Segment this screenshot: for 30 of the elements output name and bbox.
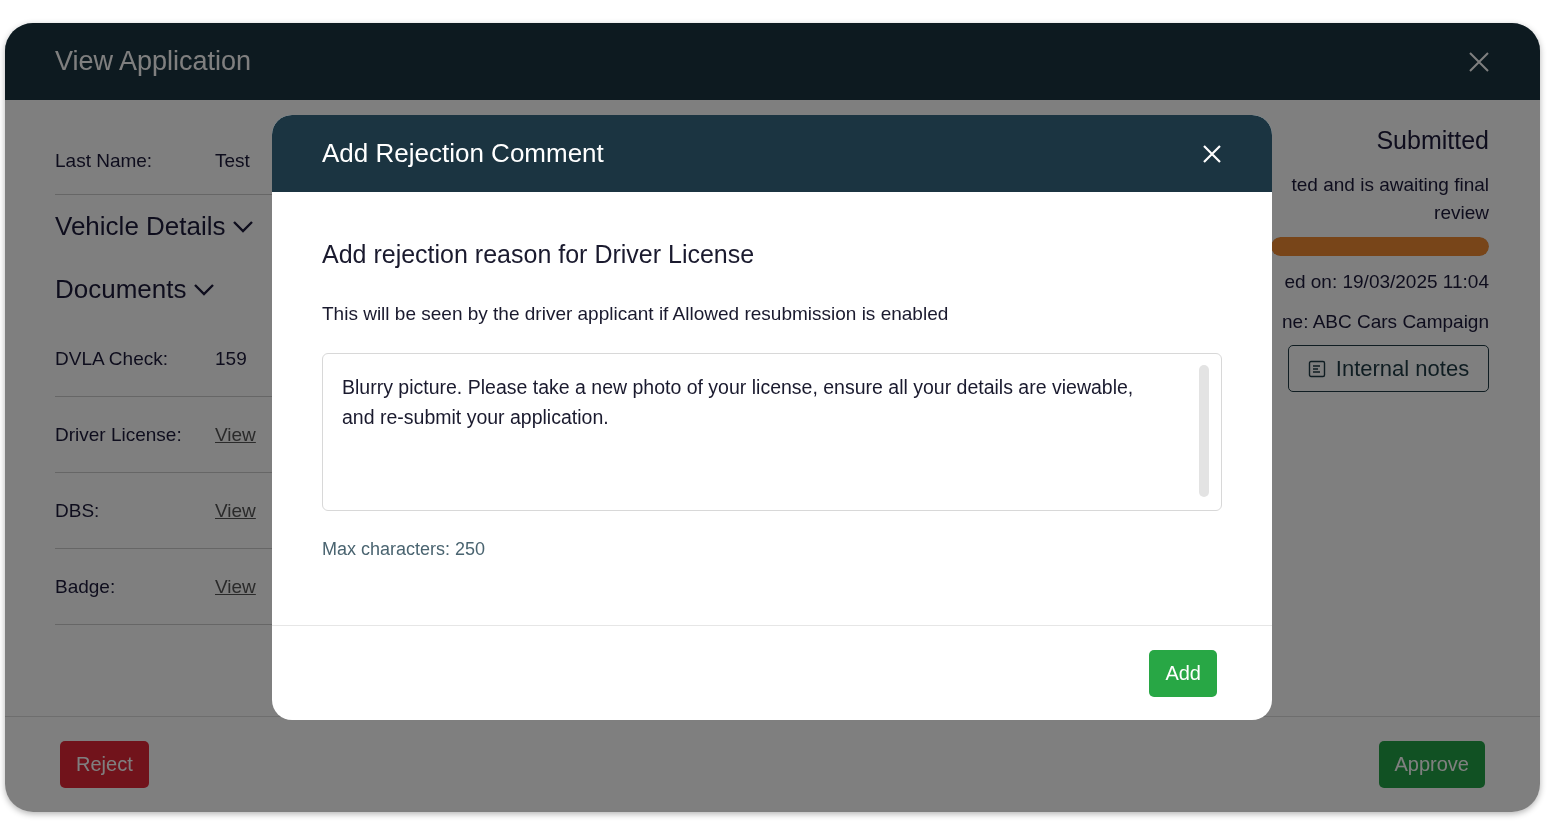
field-label: Driver License:	[55, 423, 183, 446]
reject-button[interactable]: Reject	[60, 741, 149, 788]
status-description: ted and is awaiting final review	[1290, 173, 1489, 225]
campaign-name: ne: ABC Cars Campaign	[1281, 311, 1489, 333]
comment-field[interactable]: Blurry picture. Please take a new photo of your license, ensure all your details are viewable, and re-submit your application.	[322, 353, 1222, 511]
close-icon[interactable]	[1202, 143, 1222, 164]
field-label: DBS:	[55, 499, 101, 522]
status-title: Submitted	[1375, 126, 1489, 155]
notes-icon	[1307, 359, 1326, 378]
character-limit: Max characters: 250	[322, 539, 487, 560]
chevron-down-icon	[231, 219, 254, 234]
field-label: Badge:	[55, 575, 117, 598]
view-link[interactable]: View	[215, 499, 256, 522]
field-label: Last Name:	[55, 150, 154, 172]
internal-notes-button[interactable]: Internal notes	[1288, 345, 1489, 392]
chevron-down-icon	[192, 282, 215, 297]
dialog-title: Add Rejection Comment	[322, 138, 604, 169]
section-toggle[interactable]: Documents	[55, 258, 215, 321]
window-title: View Application	[55, 46, 252, 77]
submitted-date: ed on: 19/03/2025 11:04	[1283, 271, 1489, 293]
dialog-note: This will be seen by the driver applicant if Allowed resubmission is enabled	[322, 303, 950, 325]
add-button[interactable]: Add	[1149, 649, 1217, 697]
view-link[interactable]: View	[215, 575, 256, 598]
field-value: Test	[215, 150, 250, 172]
field-value: 159	[215, 347, 247, 370]
view-link[interactable]: View	[215, 423, 256, 446]
field-label: DVLA Check:	[55, 347, 169, 370]
dialog-heading: Add rejection reason for Driver License	[322, 240, 756, 269]
approve-button[interactable]: Approve	[1378, 741, 1485, 788]
section-toggle[interactable]: Vehicle Details	[55, 195, 254, 258]
